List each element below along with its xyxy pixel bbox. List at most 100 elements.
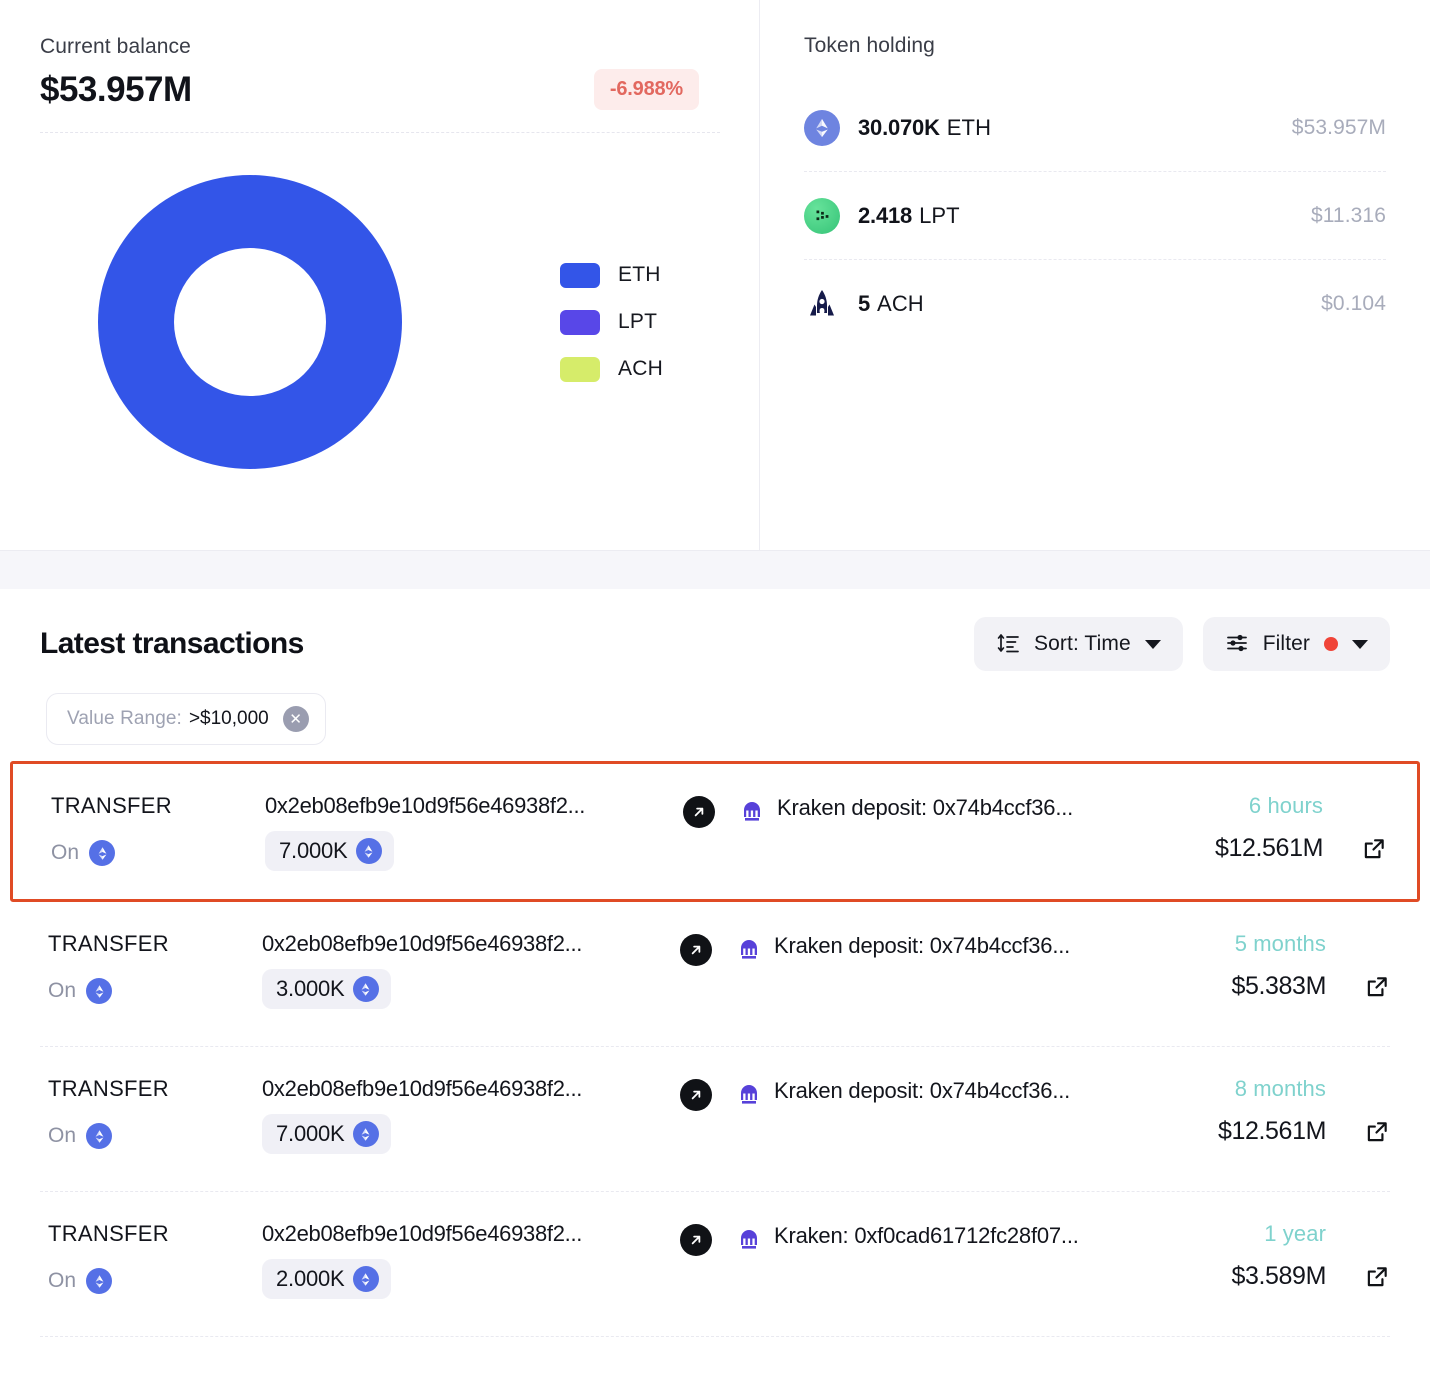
latest-transactions-section: Latest transactions Sort: Time Filter Va… bbox=[0, 589, 1430, 1337]
tx-type: TRANSFER bbox=[48, 931, 169, 956]
kraken-icon bbox=[736, 1226, 762, 1252]
ethereum-chain-icon bbox=[86, 978, 113, 1005]
tx-destination[interactable]: Kraken: 0xf0cad61712fc28f07... bbox=[774, 1223, 1079, 1249]
tx-type-cell: TRANSFER On bbox=[40, 1076, 262, 1150]
table-row[interactable]: TRANSFER On 0x2eb08efb9e10d9f56e46938f2.… bbox=[40, 1047, 1390, 1192]
tx-amount-pill: 7.000K bbox=[265, 831, 394, 872]
tx-source-cell: 0x2eb08efb9e10d9f56e46938f2... 3.000K bbox=[262, 931, 680, 1010]
tx-hash[interactable]: 0x2eb08efb9e10d9f56e46938f2... bbox=[262, 1221, 680, 1246]
ethereum-token-icon bbox=[352, 1266, 379, 1293]
tx-source-cell: 0x2eb08efb9e10d9f56e46938f2... 2.000K bbox=[262, 1221, 680, 1300]
token-holding-title: Token holding bbox=[804, 34, 935, 57]
tx-on-label: On bbox=[48, 1269, 77, 1293]
sort-icon bbox=[996, 631, 1020, 658]
tx-destination[interactable]: Kraken deposit: 0x74b4ccf36... bbox=[774, 933, 1070, 959]
tx-usd-value: $12.561M bbox=[1218, 1117, 1326, 1146]
section-gap bbox=[0, 551, 1430, 589]
legend-item-ach[interactable]: ACH bbox=[560, 356, 663, 382]
active-filters-row: Value Range: >$10,000 ✕ bbox=[40, 685, 1390, 761]
token-usd-value: $0.104 bbox=[1321, 292, 1386, 315]
table-row[interactable]: TRANSFER On 0x2eb08efb9e10d9f56e46938f2.… bbox=[40, 1192, 1390, 1337]
external-link-icon[interactable] bbox=[1364, 974, 1390, 1000]
tx-source-cell: 0x2eb08efb9e10d9f56e46938f2... 7.000K bbox=[262, 1076, 680, 1155]
filter-icon bbox=[1225, 631, 1249, 658]
external-link-icon[interactable] bbox=[1364, 1119, 1390, 1145]
tx-chain: On bbox=[48, 978, 262, 1005]
tx-on-label: On bbox=[51, 841, 80, 865]
chip-key: Value Range: bbox=[67, 708, 182, 729]
legend-item-eth[interactable]: ETH bbox=[560, 262, 663, 288]
donut-hole bbox=[174, 248, 326, 397]
tx-link-cell bbox=[1332, 932, 1390, 1000]
token-amount: 5 bbox=[858, 291, 871, 316]
tx-destination-cell: Kraken deposit: 0x74b4ccf36... bbox=[712, 932, 1102, 962]
value-range-filter-chip[interactable]: Value Range: >$10,000 ✕ bbox=[46, 693, 326, 745]
token-amount: 2.418 bbox=[858, 202, 913, 228]
chevron-down-icon bbox=[1144, 639, 1161, 649]
tx-amount-pill: 7.000K bbox=[262, 1114, 391, 1155]
tx-meta-cell: 1 year $3.589M bbox=[1102, 1221, 1332, 1291]
lpt-token-icon bbox=[804, 197, 840, 234]
ethereum-chain-icon bbox=[86, 1268, 113, 1295]
sort-button[interactable]: Sort: Time bbox=[974, 617, 1183, 671]
tx-type-cell: TRANSFER On bbox=[40, 1221, 262, 1295]
table-row[interactable]: TRANSFER On 0x2eb08efb9e10d9f56e46938f2.… bbox=[10, 761, 1420, 902]
sort-label: Sort: Time bbox=[1034, 632, 1131, 655]
tx-type: TRANSFER bbox=[51, 793, 172, 818]
tx-destination[interactable]: Kraken deposit: 0x74b4ccf36... bbox=[774, 1078, 1070, 1104]
token-holding-list: 30.070K ETH $53.957M 2.418 LPT $11.316 5… bbox=[804, 84, 1386, 348]
tx-meta-cell: 5 months $5.383M bbox=[1102, 931, 1332, 1001]
kraken-icon bbox=[736, 936, 762, 962]
tx-time: 1 year bbox=[1264, 1221, 1326, 1246]
tx-destination-cell: Kraken deposit: 0x74b4ccf36... bbox=[712, 1077, 1102, 1107]
external-link-icon[interactable] bbox=[1361, 836, 1387, 862]
filter-button[interactable]: Filter bbox=[1202, 617, 1390, 671]
legend-swatch-ach bbox=[560, 356, 600, 382]
allocation-legend: ETH LPT ACH bbox=[560, 262, 663, 382]
tx-amount-pill: 2.000K bbox=[262, 1259, 391, 1300]
tx-chain: On bbox=[48, 1268, 262, 1295]
tx-usd-value: $12.561M bbox=[1215, 834, 1323, 863]
kraken-icon bbox=[739, 798, 765, 824]
filter-label: Filter bbox=[1262, 632, 1310, 655]
tx-chain: On bbox=[48, 1123, 262, 1150]
allocation-chart-area: ETH LPT ACH bbox=[40, 157, 719, 487]
transfer-direction-icon bbox=[683, 796, 715, 828]
page-title: Latest transactions bbox=[40, 627, 304, 660]
balance-change-badge: -6.988% bbox=[593, 69, 699, 111]
legend-label-eth: ETH bbox=[618, 263, 661, 287]
legend-item-lpt[interactable]: LPT bbox=[560, 309, 663, 335]
tx-source-cell: 0x2eb08efb9e10d9f56e46938f2... 7.000K bbox=[265, 793, 683, 872]
close-icon[interactable]: ✕ bbox=[282, 706, 309, 732]
tx-type-cell: TRANSFER On bbox=[40, 931, 262, 1005]
token-row[interactable]: 30.070K ETH $53.957M bbox=[804, 84, 1386, 172]
top-summary-section: Current balance $53.957M -6.988% ETH LPT… bbox=[0, 0, 1430, 551]
token-row[interactable]: 5 ACH $0.104 bbox=[804, 260, 1386, 348]
token-amount: 30.070K bbox=[858, 114, 940, 140]
token-symbol: ACH bbox=[877, 291, 924, 316]
tx-hash[interactable]: 0x2eb08efb9e10d9f56e46938f2... bbox=[262, 931, 680, 956]
tx-hash[interactable]: 0x2eb08efb9e10d9f56e46938f2... bbox=[265, 793, 683, 818]
tx-meta-cell: 6 hours $12.561M bbox=[1099, 793, 1329, 863]
tx-time: 6 hours bbox=[1248, 793, 1323, 818]
eth-token-icon bbox=[804, 109, 840, 146]
tx-destination-cell: Kraken: 0xf0cad61712fc28f07... bbox=[712, 1222, 1102, 1252]
token-symbol: ETH bbox=[946, 114, 992, 140]
token-usd-value: $11.316 bbox=[1310, 203, 1386, 227]
chevron-down-icon bbox=[1352, 639, 1368, 649]
tx-hash[interactable]: 0x2eb08efb9e10d9f56e46938f2... bbox=[262, 1076, 680, 1101]
token-row[interactable]: 2.418 LPT $11.316 bbox=[804, 172, 1386, 260]
tx-amount: 3.000K bbox=[276, 976, 345, 1002]
external-link-icon[interactable] bbox=[1364, 1264, 1390, 1290]
tx-destination[interactable]: Kraken deposit: 0x74b4ccf36... bbox=[777, 795, 1073, 821]
table-row[interactable]: TRANSFER On 0x2eb08efb9e10d9f56e46938f2.… bbox=[40, 902, 1390, 1047]
tx-amount: 2.000K bbox=[276, 1266, 345, 1292]
token-holding-panel: Token holding 30.070K ETH $53.957M 2.418… bbox=[760, 0, 1430, 550]
tx-chain: On bbox=[51, 840, 265, 867]
transactions-list: TRANSFER On 0x2eb08efb9e10d9f56e46938f2.… bbox=[10, 761, 1420, 1337]
tx-amount: 7.000K bbox=[276, 1121, 345, 1147]
transactions-controls: Sort: Time Filter bbox=[974, 617, 1390, 671]
tx-type: TRANSFER bbox=[48, 1221, 169, 1246]
transactions-header: Latest transactions Sort: Time Filter bbox=[40, 589, 1390, 685]
tx-usd-value: $3.589M bbox=[1231, 1262, 1327, 1291]
